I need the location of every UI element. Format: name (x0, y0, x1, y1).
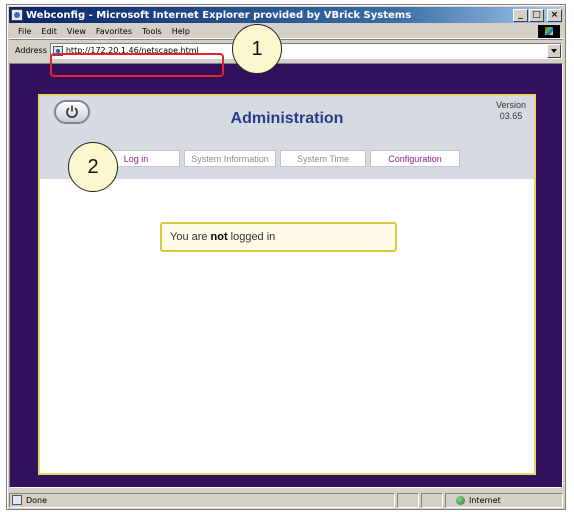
page-done-icon (12, 495, 22, 505)
status-segment (397, 492, 419, 508)
login-status-message: You are not logged in (160, 222, 397, 252)
version-number: 03.65 (499, 111, 523, 121)
menu-file[interactable]: File (13, 27, 36, 36)
tab-system-time[interactable]: System Time (280, 150, 366, 167)
security-zone: Internet (445, 492, 563, 508)
tab-configuration[interactable]: Configuration (370, 150, 460, 167)
status-prefix: You are (170, 231, 208, 243)
status-segment (421, 492, 443, 508)
browser-window: Webconfig - Microsoft Internet Explorer … (6, 4, 566, 510)
status-text: Done (26, 495, 48, 505)
status-emphasis: not (210, 231, 228, 243)
internet-globe-icon (456, 495, 465, 505)
menu-help[interactable]: Help (167, 27, 195, 36)
page-viewport: Administration Version 03.65 Log in Syst… (9, 63, 563, 488)
status-main: Done (9, 492, 395, 508)
maximize-button[interactable]: □ (529, 8, 544, 22)
status-bar: Done Internet (9, 492, 563, 508)
title-bar[interactable]: Webconfig - Microsoft Internet Explorer … (9, 7, 563, 23)
callout-1: 1 (232, 24, 282, 74)
version-label: Version (495, 100, 526, 110)
windows-logo-icon (538, 25, 560, 38)
zone-text: Internet (469, 495, 501, 505)
window-controls: _ □ × (513, 8, 562, 22)
status-suffix: logged in (230, 231, 276, 243)
menu-favorites[interactable]: Favorites (91, 27, 137, 36)
address-dropdown-icon[interactable] (547, 43, 561, 58)
tab-system-information[interactable]: System Information (184, 150, 276, 167)
menu-edit[interactable]: Edit (36, 27, 62, 36)
menu-view[interactable]: View (62, 27, 91, 36)
close-button[interactable]: × (547, 8, 562, 22)
page-title: Administration (230, 110, 344, 127)
ie-icon (11, 9, 23, 21)
menu-bar: File Edit View Favorites Tools Help (9, 24, 563, 39)
window-title: Webconfig - Microsoft Internet Explorer … (26, 9, 412, 21)
address-label: Address (15, 46, 47, 55)
minimize-button[interactable]: _ (513, 8, 528, 22)
nav-tabs: Log in System Information System Time Co… (92, 150, 460, 167)
menu-tools[interactable]: Tools (137, 27, 167, 36)
address-highlight-box (50, 53, 224, 77)
callout-2: 2 (68, 142, 118, 192)
version-info: Version 03.65 (496, 100, 526, 122)
